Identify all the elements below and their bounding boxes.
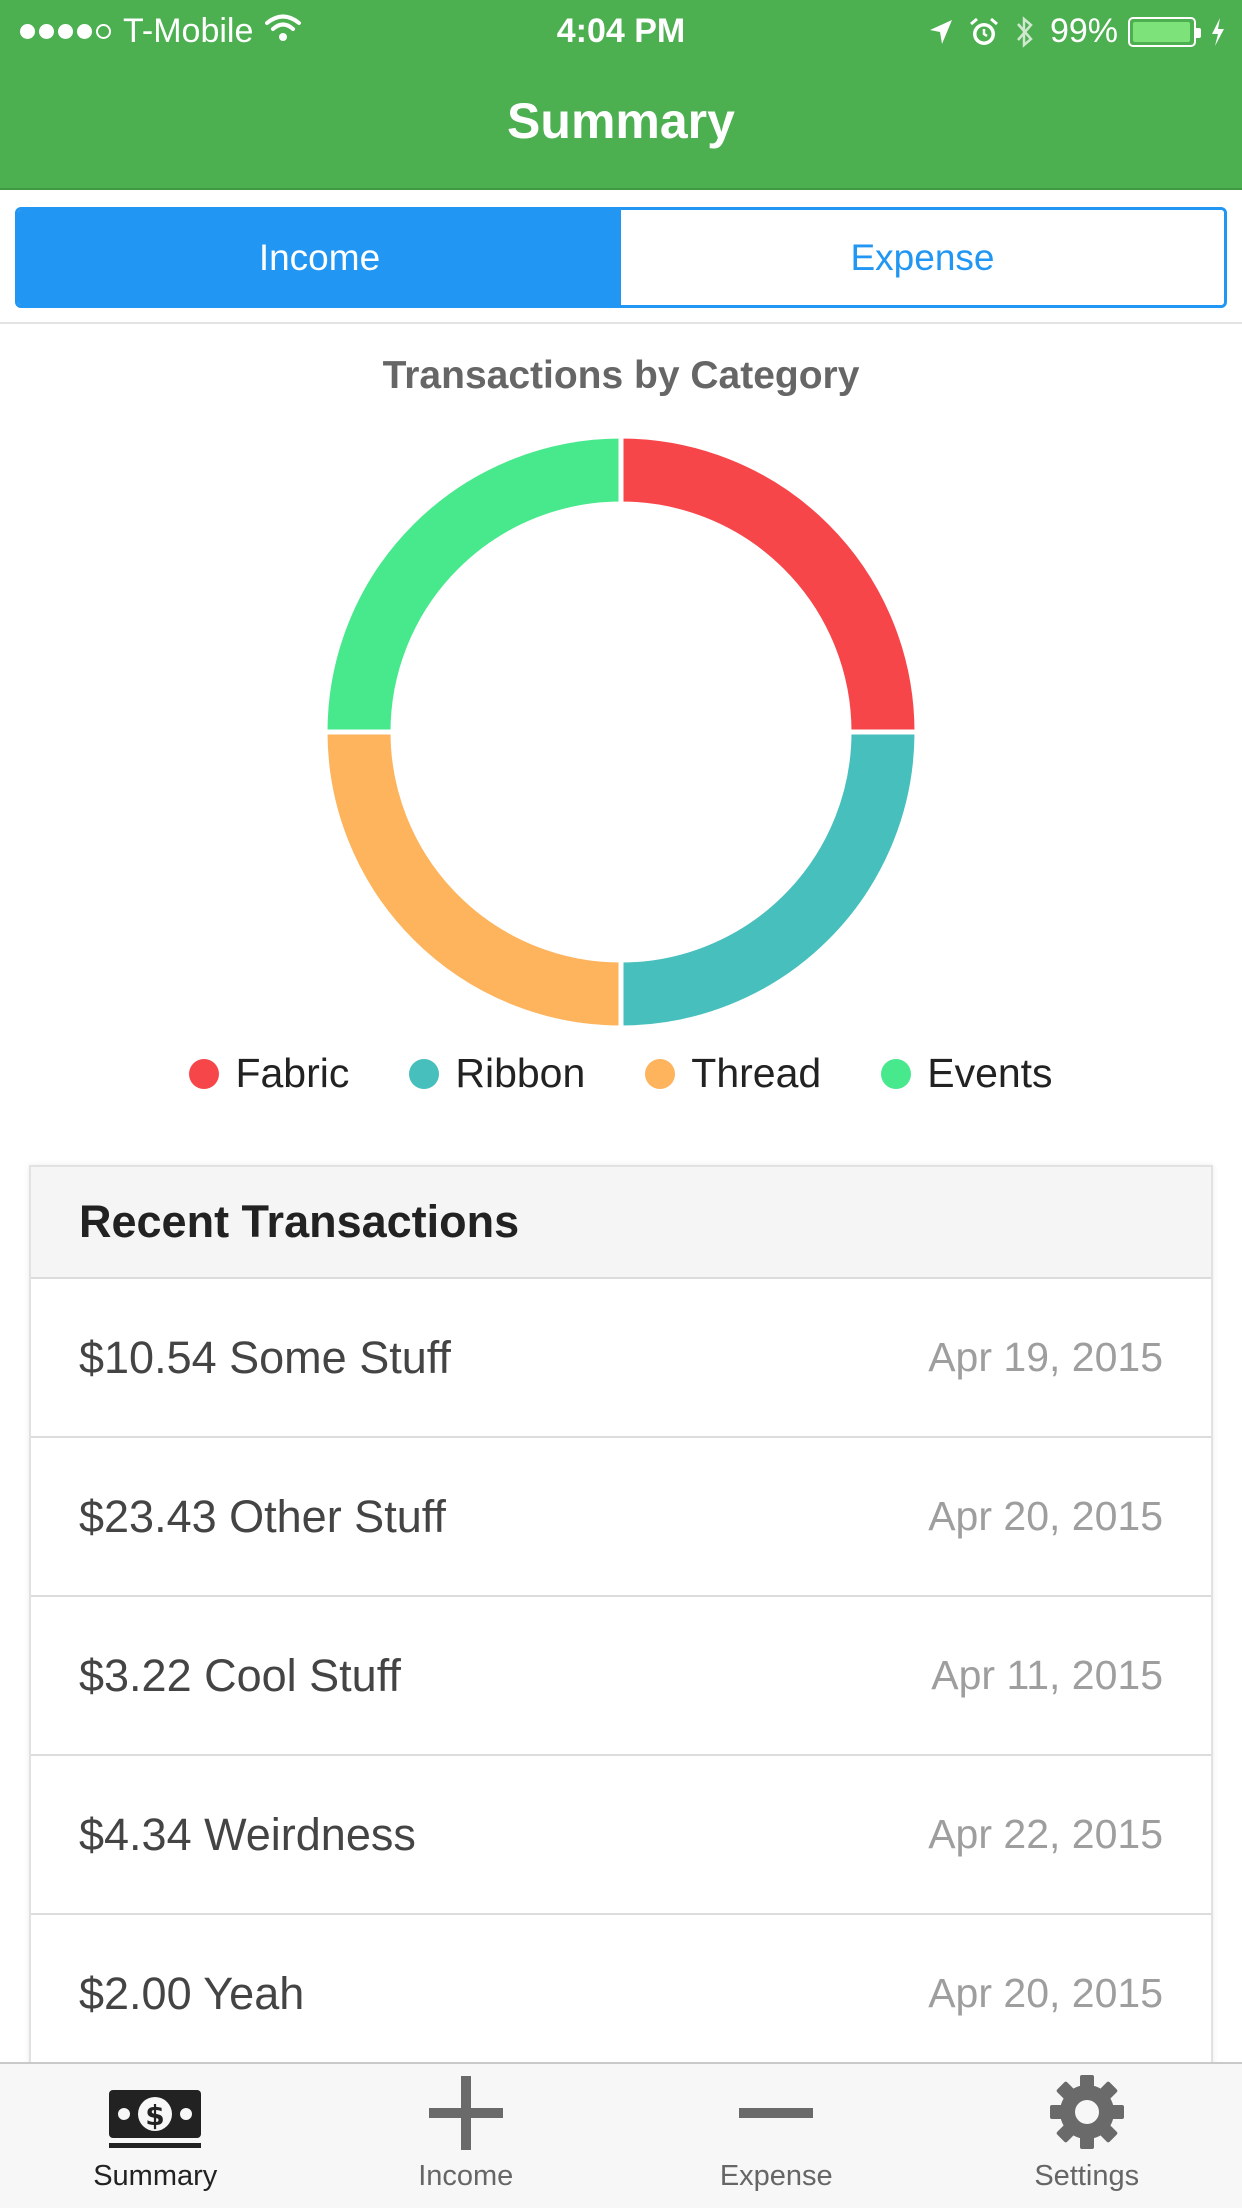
tab-income[interactable]: Income — [311, 2064, 622, 2208]
legend-label: Ribbon — [455, 1050, 586, 1096]
transaction-row[interactable]: $2.00 Yeah Apr 20, 2015 — [31, 1915, 1211, 2074]
tab-expense-label: Expense — [719, 2160, 833, 2192]
transaction-label: $10.54 Some Stuff — [79, 1331, 451, 1383]
transaction-row[interactable]: $23.43 Other Stuff Apr 20, 2015 — [31, 1438, 1211, 1597]
location-arrow-icon — [928, 18, 954, 46]
tab-summary[interactable]: $ Summary — [0, 2064, 311, 2208]
status-right: 99% — [914, 12, 1226, 51]
transaction-row[interactable]: $10.54 Some Stuff Apr 19, 2015 — [31, 1279, 1211, 1438]
legend-label: Events — [927, 1050, 1053, 1096]
donut-slice-thread[interactable] — [322, 729, 624, 1031]
segment-expense[interactable]: Expense — [621, 210, 1224, 305]
donut-slice-events[interactable] — [322, 433, 624, 735]
transaction-label: $4.34 Weirdness — [79, 1808, 416, 1860]
donut-slice-ribbon[interactable] — [618, 729, 920, 1031]
battery-icon — [1128, 16, 1201, 47]
transaction-row[interactable]: $3.22 Cool Stuff Apr 11, 2015 — [31, 1597, 1211, 1756]
transaction-label: $23.43 Other Stuff — [79, 1490, 446, 1542]
tab-income-label: Income — [418, 2160, 514, 2192]
tab-settings[interactable]: Settings — [932, 2064, 1242, 2208]
bluetooth-icon — [1014, 15, 1036, 49]
transaction-date: Apr 20, 2015 — [928, 1493, 1163, 1539]
chart-title: Transactions by Category — [382, 354, 860, 397]
gear-icon — [1049, 2064, 1125, 2156]
tab-expense[interactable]: Expense — [621, 2064, 932, 2208]
transaction-date: Apr 19, 2015 — [928, 1334, 1163, 1380]
transaction-row[interactable]: $4.34 Weirdness Apr 22, 2015 — [31, 1756, 1211, 1915]
legend-swatch — [189, 1058, 220, 1089]
svg-text:$: $ — [146, 2099, 165, 2132]
transaction-label: $3.22 Cool Stuff — [79, 1649, 401, 1701]
navigation-bar: T-Mobile 4:04 PM 99% Summary — [0, 0, 1242, 190]
alarm-icon — [968, 16, 1000, 48]
segment-income[interactable]: Income — [18, 210, 621, 305]
income-expense-segmented-control: Income Expense — [15, 207, 1227, 308]
charging-icon — [1210, 17, 1226, 47]
recent-transactions-panel: Recent Transactions $10.54 Some Stuff Apr… — [29, 1165, 1213, 2165]
legend-swatch — [409, 1058, 440, 1089]
status-bar: T-Mobile 4:04 PM 99% — [0, 0, 1242, 62]
minus-icon — [739, 2064, 814, 2156]
divider — [0, 322, 1242, 324]
tab-summary-label: Summary — [93, 2160, 218, 2192]
plus-icon — [428, 2064, 503, 2156]
legend-item: Ribbon — [409, 1050, 585, 1097]
page-title: Summary — [507, 93, 735, 149]
battery-percent: 99% — [1049, 12, 1118, 50]
tab-settings-label: Settings — [1034, 2160, 1140, 2192]
category-donut-chart — [322, 433, 920, 1031]
legend-item: Thread — [645, 1050, 821, 1097]
transaction-date: Apr 22, 2015 — [928, 1811, 1163, 1857]
recent-transactions-title: Recent Transactions — [31, 1167, 1211, 1279]
legend-item: Events — [881, 1050, 1053, 1097]
legend-swatch — [645, 1058, 676, 1089]
transaction-label: $2.00 Yeah — [79, 1967, 305, 2019]
transaction-list: $10.54 Some Stuff Apr 19, 2015 $23.43 Othe… — [31, 1279, 1211, 2074]
legend-label: Fabric — [235, 1050, 350, 1096]
donut-slice-fabric[interactable] — [618, 433, 920, 735]
money-icon: $ — [107, 2064, 203, 2156]
chart-legend: Fabric Ribbon Thread Events — [0, 1050, 1242, 1097]
legend-item: Fabric — [189, 1050, 349, 1097]
legend-swatch — [881, 1058, 912, 1089]
tab-bar: $ Summary Income Expense Settings — [0, 2062, 1242, 2208]
legend-label: Thread — [691, 1050, 822, 1096]
transaction-date: Apr 11, 2015 — [931, 1652, 1163, 1698]
transaction-date: Apr 20, 2015 — [928, 1970, 1163, 2016]
